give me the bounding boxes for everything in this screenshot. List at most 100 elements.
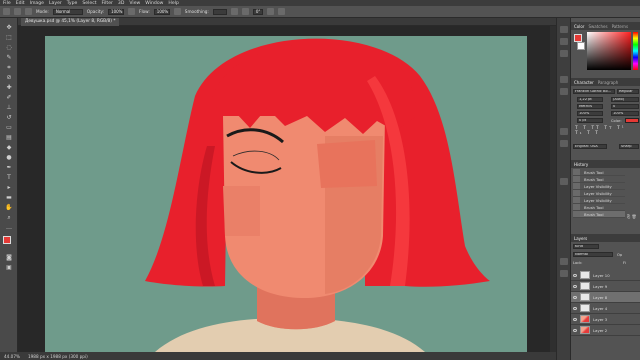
opacity-field[interactable]: 100% (108, 8, 125, 15)
baseline-shift-field[interactable]: 0 pt (577, 118, 603, 123)
foreground-color-swatch[interactable] (3, 236, 11, 244)
brush-preset-icon[interactable] (14, 8, 21, 15)
symmetry-icon[interactable] (277, 8, 285, 15)
history-item[interactable]: Brush Tool (573, 176, 625, 183)
history-title[interactable]: History (574, 162, 588, 167)
menu-edit[interactable]: Edit (16, 1, 25, 6)
tracking-field[interactable]: 0 (611, 104, 639, 109)
history-brush-tool-icon[interactable]: ↺ (5, 114, 13, 121)
move-tool-icon[interactable]: ✥ (5, 24, 13, 31)
dodge-tool-icon[interactable]: ● (5, 154, 13, 161)
menu-view[interactable]: View (129, 1, 140, 6)
text-color-swatch[interactable] (625, 118, 639, 123)
layer-row[interactable]: Layer 4 (571, 303, 640, 314)
history-item[interactable]: Brush Tool (573, 169, 625, 176)
panel-foreground-swatch[interactable] (574, 34, 582, 42)
layer-row[interactable]: Layer 10 (571, 270, 640, 281)
tab-swatches[interactable]: Swatches (588, 24, 607, 29)
menu-layer[interactable]: Layer (49, 1, 62, 6)
history-item[interactable]: Brush Tool (573, 204, 625, 211)
history-item[interactable]: Layer Visibility (573, 197, 625, 204)
history-item[interactable]: Layer Visibility (573, 183, 625, 190)
blend-mode-select[interactable]: Normal (573, 252, 613, 257)
history-actions-icons[interactable]: ⎘ 🗑 (627, 214, 639, 219)
quick-mask-icon[interactable]: ◙ (5, 254, 13, 261)
blur-tool-icon[interactable]: ◆ (5, 144, 13, 151)
smoothing-field[interactable] (212, 8, 227, 15)
layer-row[interactable]: Layer 2 (571, 325, 640, 336)
type-tool-icon[interactable]: T (5, 174, 13, 181)
zoom-readout[interactable]: 44.07% (4, 354, 20, 359)
menu-help[interactable]: Help (168, 1, 178, 6)
flow-field[interactable]: 100% (153, 8, 170, 15)
angle-field[interactable]: 0° (252, 8, 263, 15)
font-size-field[interactable]: 1,22 pt (577, 97, 603, 102)
menu-select[interactable]: Select (82, 1, 96, 6)
brush-tool-icon[interactable] (3, 8, 10, 15)
antialias-select[interactable]: Sharp (619, 144, 639, 149)
hue-slider[interactable] (633, 32, 638, 70)
screen-mode-icon[interactable]: ▣ (5, 264, 13, 271)
font-family-select[interactable]: Franklin Gothic Bo... (573, 89, 615, 94)
stamp-tool-icon[interactable]: ⊥ (5, 104, 13, 111)
shape-tool-icon[interactable]: ▬ (5, 194, 13, 201)
menu-filter[interactable]: Filter (102, 1, 113, 6)
horizontal-scale-field[interactable]: 100% (611, 111, 639, 116)
gear-icon[interactable] (230, 8, 238, 15)
layer-row-selected[interactable]: Layer 8 (571, 292, 640, 303)
airbrush-icon[interactable] (173, 8, 181, 15)
menu-window[interactable]: Window (145, 1, 163, 6)
eraser-tool-icon[interactable]: ▭ (5, 124, 13, 131)
layer-filter-select[interactable]: Kind (573, 244, 599, 249)
more-tools-icon[interactable]: … (5, 224, 13, 231)
panel-background-swatch[interactable] (577, 42, 585, 50)
menu-type[interactable]: Type (67, 1, 78, 6)
adjustments-panel-icon[interactable] (560, 50, 568, 57)
document-tab[interactable]: Девушка.psd @ 45,1% (Layer 8, RGB/8) * (21, 18, 120, 26)
language-select[interactable]: English: USA (573, 144, 607, 149)
tab-patterns[interactable]: Patterns (612, 24, 628, 29)
pen-tool-icon[interactable]: ✒ (5, 164, 13, 171)
document-canvas[interactable] (45, 36, 527, 352)
brush-tool-icon[interactable]: ✐ (5, 94, 13, 101)
pressure-size-icon[interactable] (266, 8, 274, 15)
marquee-tool-icon[interactable]: ⬚ (5, 34, 13, 41)
vertical-scale-field[interactable]: 100% (577, 111, 603, 116)
pressure-opacity-icon[interactable] (128, 8, 136, 15)
tab-color[interactable]: Color (574, 24, 584, 29)
layer-row[interactable]: Layer 9 (571, 281, 640, 292)
gradient-tool-icon[interactable]: ▤ (5, 134, 13, 141)
brushes-panel-icon[interactable] (560, 76, 568, 83)
brush-settings-icon[interactable] (25, 8, 32, 15)
tab-character[interactable]: Character (574, 80, 594, 85)
healing-tool-icon[interactable]: ✚ (5, 84, 13, 91)
menu-file[interactable]: File (3, 1, 11, 6)
eyedropper-tool-icon[interactable]: ⊘ (5, 74, 13, 81)
channels-panel-icon[interactable] (560, 258, 568, 265)
layer-row[interactable]: Layer 3 (571, 314, 640, 325)
type-style-buttons[interactable]: T T TT Tт T¹ T₁ T T (575, 126, 637, 136)
font-style-select[interactable]: Regular (617, 89, 639, 94)
paths-panel-icon[interactable] (560, 270, 568, 277)
crop-tool-icon[interactable]: ⌗ (5, 64, 13, 71)
history-panel-icon[interactable] (560, 26, 568, 33)
glyphs-panel-icon[interactable] (560, 178, 568, 185)
color-field[interactable] (587, 32, 631, 70)
properties-panel-icon[interactable] (560, 38, 568, 45)
layers-title[interactable]: Layers (574, 236, 587, 241)
path-select-tool-icon[interactable]: ▸ (5, 184, 13, 191)
paragraph-panel-icon[interactable] (560, 140, 568, 147)
history-item[interactable]: Layer Visibility (573, 190, 625, 197)
history-item-selected[interactable]: Brush Tool (573, 211, 625, 218)
canvas-area[interactable] (18, 26, 556, 352)
menu-3d[interactable]: 3D (118, 1, 124, 6)
menu-image[interactable]: Image (30, 1, 44, 6)
lasso-tool-icon[interactable]: ◌ (5, 44, 13, 51)
mode-select[interactable]: Normal (52, 8, 83, 15)
kerning-field[interactable]: Metrics (577, 104, 603, 109)
character-panel-icon[interactable] (560, 128, 568, 135)
clone-source-panel-icon[interactable] (560, 88, 568, 95)
leading-field[interactable]: (Auto) (611, 97, 639, 102)
zoom-tool-icon[interactable]: ⌕ (5, 214, 13, 221)
hand-tool-icon[interactable]: ✋ (5, 204, 13, 211)
